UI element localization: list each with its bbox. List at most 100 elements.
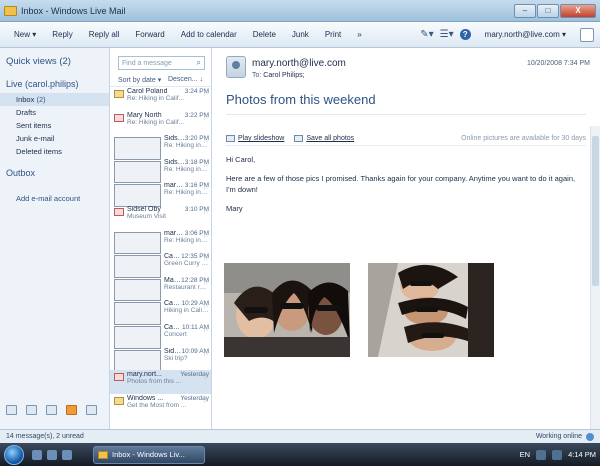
message-row[interactable]: Carole Pol...10:29 AMHiking in Californi… (110, 299, 211, 325)
to-label: To: (252, 72, 262, 79)
more-commands-button[interactable]: » (349, 28, 369, 41)
envelope-icon (114, 113, 124, 122)
message-row[interactable]: mary.north...3:16 PMRe: Hiking in Calif.… (110, 181, 211, 207)
scrollbar-thumb[interactable] (592, 136, 599, 286)
message-row[interactable]: mary.north...3:06 PMRe: Hiking in Calif.… (110, 229, 211, 255)
language-indicator[interactable]: EN (520, 450, 530, 459)
quick-views-header[interactable]: Quick views (2) (0, 56, 109, 67)
account-header[interactable]: Live (carol.philips) (0, 79, 109, 89)
photo-thumbnail-1[interactable] (224, 263, 350, 357)
folder-junk-email[interactable]: Junk e-mail (0, 132, 109, 145)
flag-icon[interactable]: ⚐ (203, 326, 209, 334)
folder-label: Inbox (16, 95, 35, 104)
forward-button[interactable]: Forward (127, 28, 172, 41)
flag-icon[interactable]: ⚐ (203, 350, 209, 358)
folder-deleted-items[interactable]: Deleted items (0, 145, 109, 158)
search-icon[interactable]: ⌕ (197, 58, 201, 68)
avatar (226, 56, 246, 78)
newsgroups-icon[interactable] (86, 405, 97, 415)
flag-icon[interactable]: ⚐ (203, 161, 209, 169)
sort-order-menu[interactable]: Descen... ↓ (168, 76, 203, 84)
maximize-button[interactable]: □ (537, 3, 559, 18)
message-row[interactable]: Mary North 3:22 PM Re: Hiking in Calif... ⚐ (110, 111, 211, 135)
find-message-input[interactable]: Find a message ⌕ (118, 56, 205, 70)
message-row[interactable]: Sidsel Oby3:20 PMRe: Hiking in Calif...⚐ (110, 134, 211, 160)
folder-drafts[interactable]: Drafts (0, 106, 109, 119)
flag-icon[interactable]: ⚐ (203, 232, 209, 240)
pencil-icon[interactable]: ✎▾ (420, 29, 433, 40)
message-row[interactable]: Sidsel Oby10:09 AMSki trip?⚐ (110, 347, 211, 373)
flag-icon[interactable]: ⚐ (203, 397, 209, 405)
account-menu[interactable]: mary.north@live.com ▾ (477, 28, 574, 41)
mail-icon[interactable] (6, 405, 17, 415)
menu-icon[interactable]: ☰▾ (440, 29, 454, 40)
help-icon[interactable]: ? (459, 29, 471, 40)
delete-button[interactable]: Delete (245, 28, 284, 41)
taskbar-button-mail[interactable]: Inbox - Windows Liv... (93, 445, 205, 464)
recipient-name[interactable]: Carol Philips; (263, 72, 304, 79)
mail-app-icon (98, 450, 108, 459)
message-row[interactable]: Windows ... Yesterday Get the Most from ..… (110, 394, 211, 418)
sender-address[interactable]: mary.north@live.com (252, 58, 346, 69)
calendar-icon[interactable] (26, 405, 37, 415)
volume-icon[interactable] (552, 449, 563, 460)
reply-button[interactable]: Reply (44, 28, 80, 41)
clock[interactable]: 4:14 PM (568, 450, 596, 459)
signature: Mary (226, 204, 243, 213)
flag-icon[interactable]: ⚐ (203, 373, 209, 381)
message-sender: mary.north... (164, 182, 185, 190)
quick-launch-icon[interactable] (62, 449, 72, 460)
add-account-link[interactable]: Add e-mail account (0, 194, 109, 203)
message-row[interactable]: Sidsel Oby3:18 PMRe: Hiking in Calif...⚐ (110, 158, 211, 184)
message-row[interactable]: Carole Pol...10:11 AMConcert⚐ (110, 323, 211, 349)
toolbar: New ▾ Reply Reply all Forward Add to cal… (0, 22, 600, 48)
message-row[interactable]: Carol Phili...12:35 PMGreen Curry Recipe… (110, 252, 211, 278)
reading-scrollbar[interactable] (590, 126, 600, 429)
message-list: Find a message ⌕ Sort by date ▾ Descen..… (110, 48, 212, 429)
network-icon[interactable] (536, 449, 547, 460)
add-to-calendar-button[interactable]: Add to calendar (173, 28, 245, 41)
message-row[interactable]: Mary North12:28 PMRestaurant recomm...⚐ (110, 276, 211, 302)
flag-icon[interactable]: ⚐ (203, 255, 209, 263)
calendar-icon[interactable] (580, 27, 594, 42)
envelope-icon (114, 396, 124, 405)
sort-by-date-menu[interactable]: Sort by date ▾ (118, 76, 161, 84)
header-divider (226, 114, 586, 115)
message-row[interactable]: Carol Poland 3:24 PM Re: Hiking in Calif..… (110, 87, 211, 111)
junk-button[interactable]: Junk (284, 28, 317, 41)
folder-inbox[interactable]: Inbox (2) (0, 93, 109, 106)
message-row[interactable]: Sidsel Oby 3:10 PM Museum Visit ⚐ (110, 205, 211, 229)
play-slideshow-link[interactable]: Play slideshow (226, 135, 284, 142)
new-button[interactable]: New ▾ (6, 28, 44, 41)
envelope-icon (114, 302, 161, 325)
quick-launch-icon[interactable] (47, 449, 57, 460)
body-text: Here are a few of those pics I promised.… (226, 174, 576, 194)
message-row[interactable]: mary.nort... Yesterday Photos from this ..… (110, 370, 211, 394)
message-sender: Sidsel Oby (164, 347, 182, 355)
folder-sent-items[interactable]: Sent items (0, 119, 109, 132)
message-sender: mary.nort... (127, 371, 162, 379)
start-button[interactable] (4, 444, 24, 465)
flag-icon[interactable]: ⚐ (203, 184, 209, 192)
photo-thumbnail-2[interactable] (368, 263, 494, 357)
system-tray: EN 4:14 PM (520, 449, 596, 460)
feeds-icon[interactable] (66, 405, 77, 415)
flag-icon[interactable]: ⚐ (203, 114, 209, 122)
print-button[interactable]: Print (317, 28, 349, 41)
reply-all-button[interactable]: Reply all (81, 28, 128, 41)
close-button[interactable]: X (560, 3, 596, 18)
window-title: Inbox - Windows Live Mail (21, 5, 126, 16)
flag-icon[interactable]: ⚐ (203, 279, 209, 287)
contacts-icon[interactable] (46, 405, 57, 415)
flag-icon[interactable]: ⚐ (203, 137, 209, 145)
folder-outbox[interactable]: Outbox (0, 168, 109, 178)
flag-icon[interactable]: ⚐ (203, 208, 209, 216)
play-slideshow-label: Play slideshow (238, 135, 285, 142)
quick-launch-icon[interactable] (32, 449, 42, 460)
save-all-photos-link[interactable]: Save all photos (294, 135, 354, 142)
minimize-button[interactable]: – (514, 3, 536, 18)
online-status[interactable]: Working online (536, 432, 594, 441)
flag-icon[interactable]: ⚐ (203, 302, 209, 310)
flag-icon[interactable]: ⚐ (203, 90, 209, 98)
message-subject-preview: Get the Most from ... (127, 401, 187, 409)
